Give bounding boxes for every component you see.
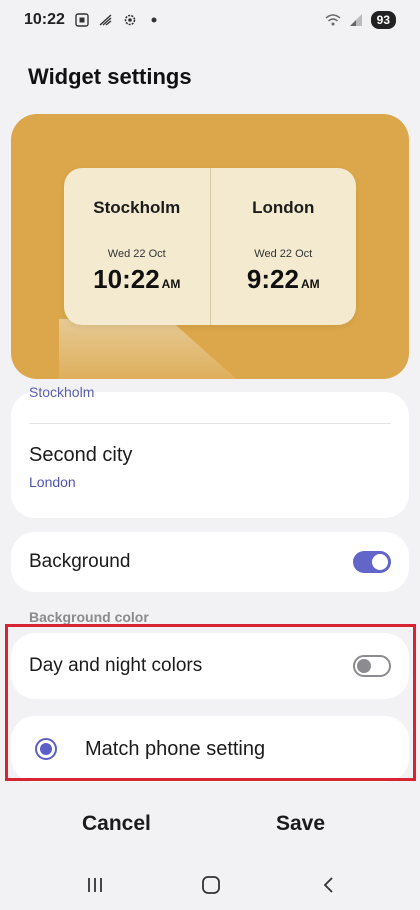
screenshot-icon [75,13,89,27]
widget-city-date: Wed 22 Oct [254,248,313,260]
toggle-knob [372,554,388,570]
background-row[interactable]: Background [11,532,409,592]
first-city-value[interactable]: Stockholm [29,384,94,400]
page-title: Widget settings [28,64,192,89]
widget-city-name: Stockholm [93,198,181,217]
background-color-section-label: Background color [29,609,149,625]
cancel-button[interactable]: Cancel [82,812,151,836]
navigation-bar [0,860,420,910]
dot-icon [151,17,157,23]
background-label: Background [29,551,131,572]
settings-icon [124,14,136,26]
battery-badge: 93 [370,11,396,29]
background-toggle[interactable] [353,551,391,573]
recent-apps-icon[interactable] [82,872,108,898]
radio-dot [40,743,52,755]
match-phone-label: Match phone setting [85,737,266,760]
widget-city-name: London [252,198,315,217]
status-right: 93 [325,11,396,29]
status-bar: 10:22 93 [0,0,420,40]
signal-icon [349,14,362,26]
widget-city-time: 10:22 AM [93,264,180,295]
status-left: 10:22 [24,11,161,29]
dual-clock-widget: Stockholm Wed 22 Oct 10:22 AM London Wed… [64,168,356,325]
toggle-knob [357,659,371,673]
card-divider [29,423,391,424]
widget-city-time: 9:22 AM [247,264,320,295]
widget-city-date: Wed 22 Oct [107,248,166,260]
second-city-label[interactable]: Second city [29,444,132,467]
save-button[interactable]: Save [276,812,325,836]
widget-time-value: 9:22 [246,264,299,294]
day-night-label: Day and night colors [29,655,203,676]
match-phone-setting-row[interactable]: Match phone setting [11,716,409,782]
city-settings-card: Stockholm Second city London [11,384,409,518]
widget-city-2: London Wed 22 Oct 9:22 AM [211,168,357,325]
wifi-icon [325,14,341,26]
widget-time-ampm: AM [300,277,320,291]
signal-off-icon [99,14,112,26]
day-night-toggle[interactable] [353,655,391,677]
second-city-value: London [29,474,76,490]
status-time: 10:22 [24,11,65,28]
widget-time-ampm: AM [161,277,181,291]
widget-city-1: Stockholm Wed 22 Oct 10:22 AM [64,168,210,325]
preview-beam [59,319,259,379]
match-phone-radio[interactable] [35,738,57,760]
widget-time-value: 10:22 [93,264,160,294]
back-icon[interactable] [316,872,342,898]
day-night-colors-row[interactable]: Day and night colors [11,633,409,699]
home-icon[interactable] [198,872,224,898]
